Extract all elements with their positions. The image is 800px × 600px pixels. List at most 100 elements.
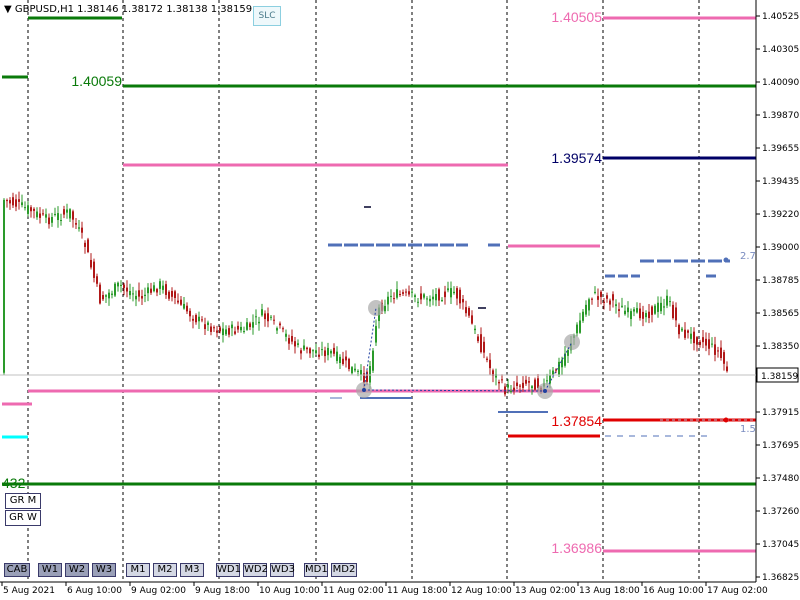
candle-body bbox=[162, 285, 164, 290]
candle-body bbox=[72, 211, 74, 220]
candle-body bbox=[27, 205, 29, 214]
candle-body bbox=[69, 209, 71, 219]
candle-body bbox=[582, 311, 584, 321]
cab-button[interactable]: CAB bbox=[4, 563, 30, 577]
candle-body bbox=[78, 227, 80, 229]
candle-body bbox=[453, 291, 455, 294]
candle-body bbox=[93, 261, 95, 278]
candle-body bbox=[300, 350, 302, 354]
candle-body bbox=[90, 259, 92, 268]
chart-menu-icon[interactable]: ▼ bbox=[4, 4, 12, 15]
candle-body bbox=[627, 307, 629, 313]
candle-body bbox=[522, 382, 524, 388]
candle-body bbox=[321, 349, 323, 351]
price-tick-label: 1.39220 bbox=[762, 210, 799, 220]
candle-body bbox=[210, 326, 212, 332]
candle-body bbox=[486, 358, 488, 360]
price-tick-label: 1.40090 bbox=[762, 78, 799, 88]
candle-body bbox=[33, 208, 35, 211]
candle-body bbox=[294, 341, 296, 347]
wd1-button[interactable]: WD1 bbox=[216, 563, 241, 577]
candle-body bbox=[105, 295, 107, 297]
m2-button[interactable]: M2 bbox=[153, 563, 177, 577]
wd3-button[interactable]: WD3 bbox=[270, 563, 295, 577]
pattern-marker bbox=[368, 300, 384, 316]
candle-body bbox=[678, 324, 680, 335]
gr-m-button[interactable]: GR M bbox=[5, 493, 41, 509]
candle-body bbox=[270, 316, 272, 318]
w2-button[interactable]: W2 bbox=[65, 563, 89, 577]
candle-body bbox=[36, 211, 38, 218]
candle-body bbox=[546, 380, 548, 382]
time-tick-label: 10 Aug 10:00 bbox=[259, 586, 320, 596]
candle-body bbox=[114, 283, 116, 296]
candle-body bbox=[609, 300, 611, 305]
chart-canvas[interactable]: 1.40525 1.40305 1.40090 1.39870 1.39655 1.394… bbox=[0, 0, 800, 600]
candle-body bbox=[396, 289, 398, 298]
candle-body bbox=[330, 350, 332, 354]
level-label-1-39574: 1.39574 bbox=[551, 150, 602, 166]
candle-body bbox=[351, 367, 353, 374]
price-tick-label: 1.39870 bbox=[762, 111, 799, 121]
candle-body bbox=[285, 333, 287, 337]
candle-body bbox=[630, 311, 632, 320]
slc-button[interactable]: SLC bbox=[253, 6, 281, 26]
candle-body bbox=[132, 293, 134, 295]
candle-body bbox=[222, 328, 224, 336]
candle-body bbox=[6, 200, 8, 202]
m3-button[interactable]: M3 bbox=[180, 563, 204, 577]
candle-body bbox=[507, 384, 509, 388]
w3-button[interactable]: W3 bbox=[92, 563, 116, 577]
candle-body bbox=[84, 242, 86, 247]
candle-body bbox=[153, 285, 155, 292]
candle-body bbox=[390, 295, 392, 297]
candle-body bbox=[597, 296, 599, 300]
candle-body bbox=[96, 276, 98, 284]
level-label-1-40059: 1.40059 bbox=[71, 73, 122, 89]
candle-body bbox=[231, 324, 233, 329]
candle-body bbox=[282, 328, 284, 330]
time-tick-label: 16 Aug 10:00 bbox=[643, 586, 704, 596]
candle-body bbox=[441, 299, 443, 301]
candle-body bbox=[726, 366, 728, 372]
candle-body bbox=[465, 307, 467, 314]
candle-body bbox=[615, 304, 617, 307]
price-tick-label: 1.36825 bbox=[762, 573, 799, 583]
candle-body bbox=[720, 347, 722, 359]
candle-body bbox=[150, 288, 152, 293]
candle-body bbox=[714, 344, 716, 355]
time-tick-label: 9 Aug 18:00 bbox=[195, 586, 250, 596]
m1-button[interactable]: M1 bbox=[126, 563, 150, 577]
price-tick-label: 1.38785 bbox=[762, 276, 799, 286]
candle-body bbox=[432, 296, 434, 300]
candle-body bbox=[558, 361, 560, 375]
candle-body bbox=[438, 289, 440, 301]
gr-w-button[interactable]: GR W bbox=[5, 510, 41, 526]
candle-body bbox=[252, 322, 254, 328]
md1-button[interactable]: MD1 bbox=[304, 563, 328, 577]
candle-body bbox=[141, 296, 143, 299]
candle-body bbox=[450, 288, 452, 298]
candle-body bbox=[186, 305, 188, 312]
candle-body bbox=[129, 291, 131, 296]
candle-body bbox=[591, 298, 593, 300]
time-tick-label: 17 Aug 02:00 bbox=[707, 586, 768, 596]
candle-body bbox=[489, 359, 491, 369]
md2-button[interactable]: MD2 bbox=[331, 563, 357, 577]
candle-body bbox=[207, 322, 209, 326]
wd2-button[interactable]: WD2 bbox=[243, 563, 268, 577]
candle-body bbox=[447, 288, 449, 291]
candle-body bbox=[324, 350, 326, 357]
candle-body bbox=[45, 214, 47, 218]
candle-body bbox=[717, 350, 719, 352]
candle-body bbox=[312, 350, 314, 352]
candle-body bbox=[600, 291, 602, 297]
candle-body bbox=[81, 227, 83, 233]
candle-body bbox=[357, 370, 359, 372]
candle-body bbox=[318, 354, 320, 357]
candle-body bbox=[510, 390, 512, 392]
w1-button[interactable]: W1 bbox=[38, 563, 62, 577]
candle-body bbox=[501, 379, 503, 381]
candle-body bbox=[648, 311, 650, 319]
candle-body bbox=[99, 284, 101, 304]
